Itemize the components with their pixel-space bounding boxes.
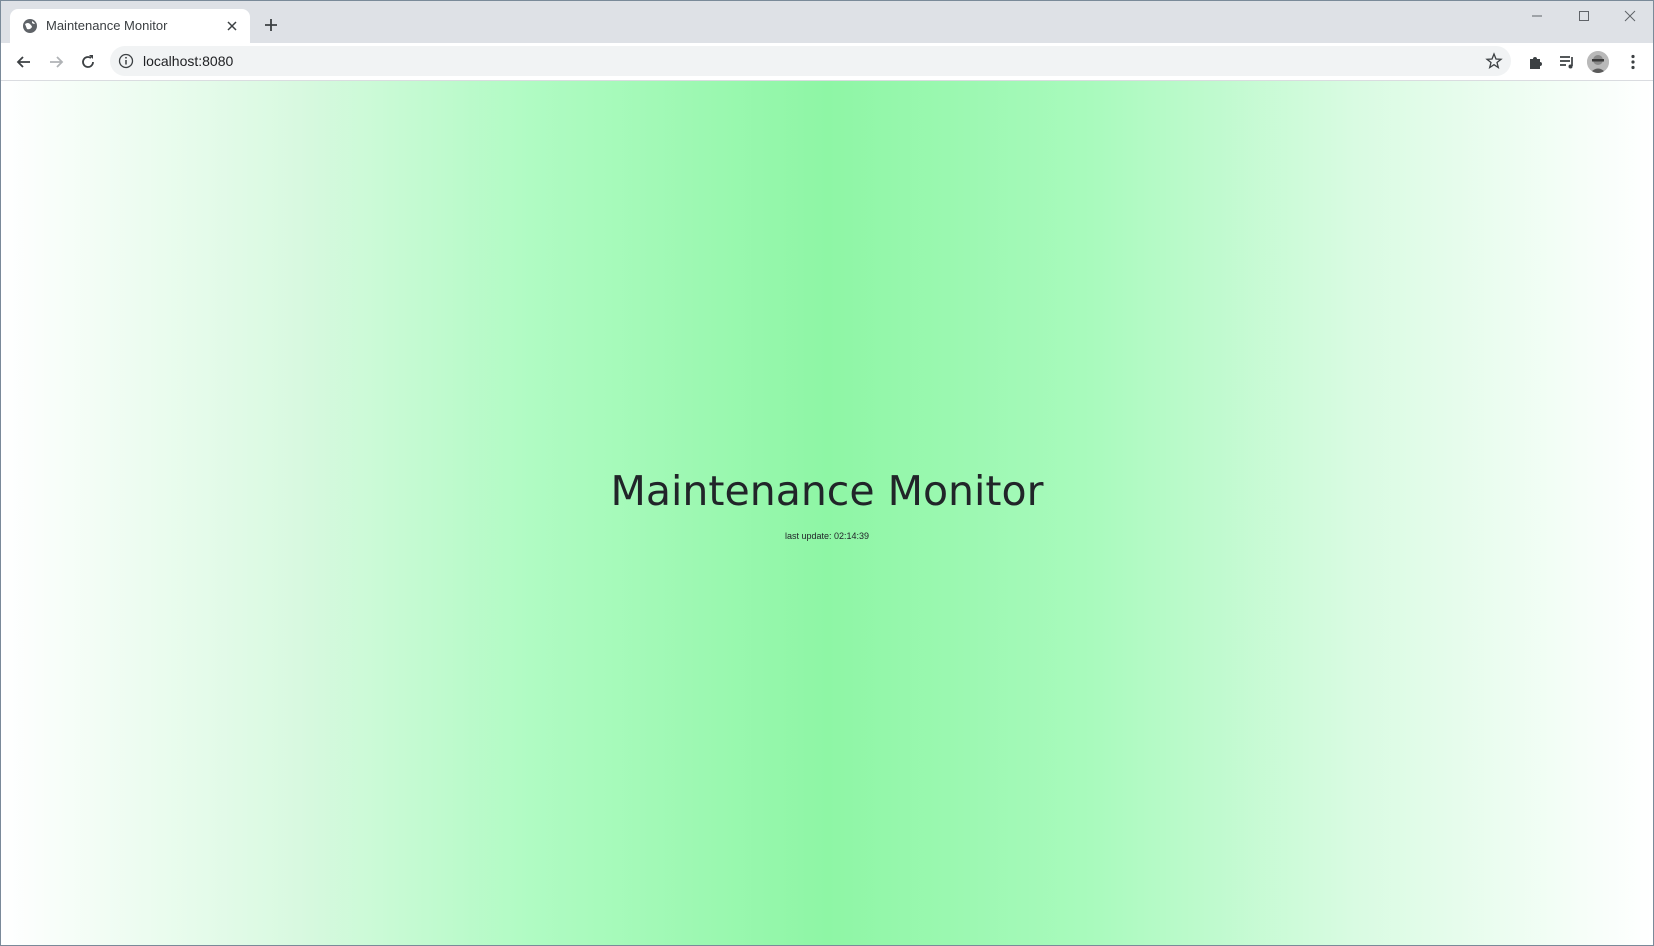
last-update-text: last update: 02:14:39: [784, 531, 870, 541]
tab-title: Maintenance Monitor: [46, 18, 168, 33]
star-icon[interactable]: [1485, 52, 1503, 70]
close-tab-icon[interactable]: [224, 18, 240, 34]
playlist-icon[interactable]: [1557, 52, 1577, 72]
close-icon[interactable]: [1621, 7, 1639, 25]
browser-toolbar: localhost:8080: [1, 43, 1653, 81]
reload-icon[interactable]: [78, 52, 98, 72]
kebab-menu-icon[interactable]: [1623, 52, 1643, 72]
tab-strip: Maintenance Monitor: [1, 1, 1653, 43]
arrow-left-icon[interactable]: [14, 52, 34, 72]
arrow-right-icon[interactable]: [46, 52, 66, 72]
browser-window: Maintenance Monitor localhost:8080 Maint…: [0, 0, 1654, 946]
avatar[interactable]: [1587, 51, 1609, 73]
address-bar[interactable]: localhost:8080: [110, 46, 1511, 76]
page-content: Maintenance Monitor last update: 02:14:3…: [1, 81, 1653, 945]
minimize-icon[interactable]: [1528, 7, 1546, 25]
puzzle-icon[interactable]: [1526, 52, 1546, 72]
globe-icon: [22, 18, 38, 34]
page-viewport: Maintenance Monitor last update: 02:14:3…: [1, 81, 1653, 945]
url-text: localhost:8080: [143, 53, 234, 69]
info-icon[interactable]: [118, 53, 134, 69]
tab-maintenance-monitor[interactable]: Maintenance Monitor: [10, 9, 250, 43]
page-title: Maintenance Monitor: [610, 467, 1044, 515]
maximize-icon[interactable]: [1575, 7, 1593, 25]
plus-icon[interactable]: [263, 17, 279, 33]
